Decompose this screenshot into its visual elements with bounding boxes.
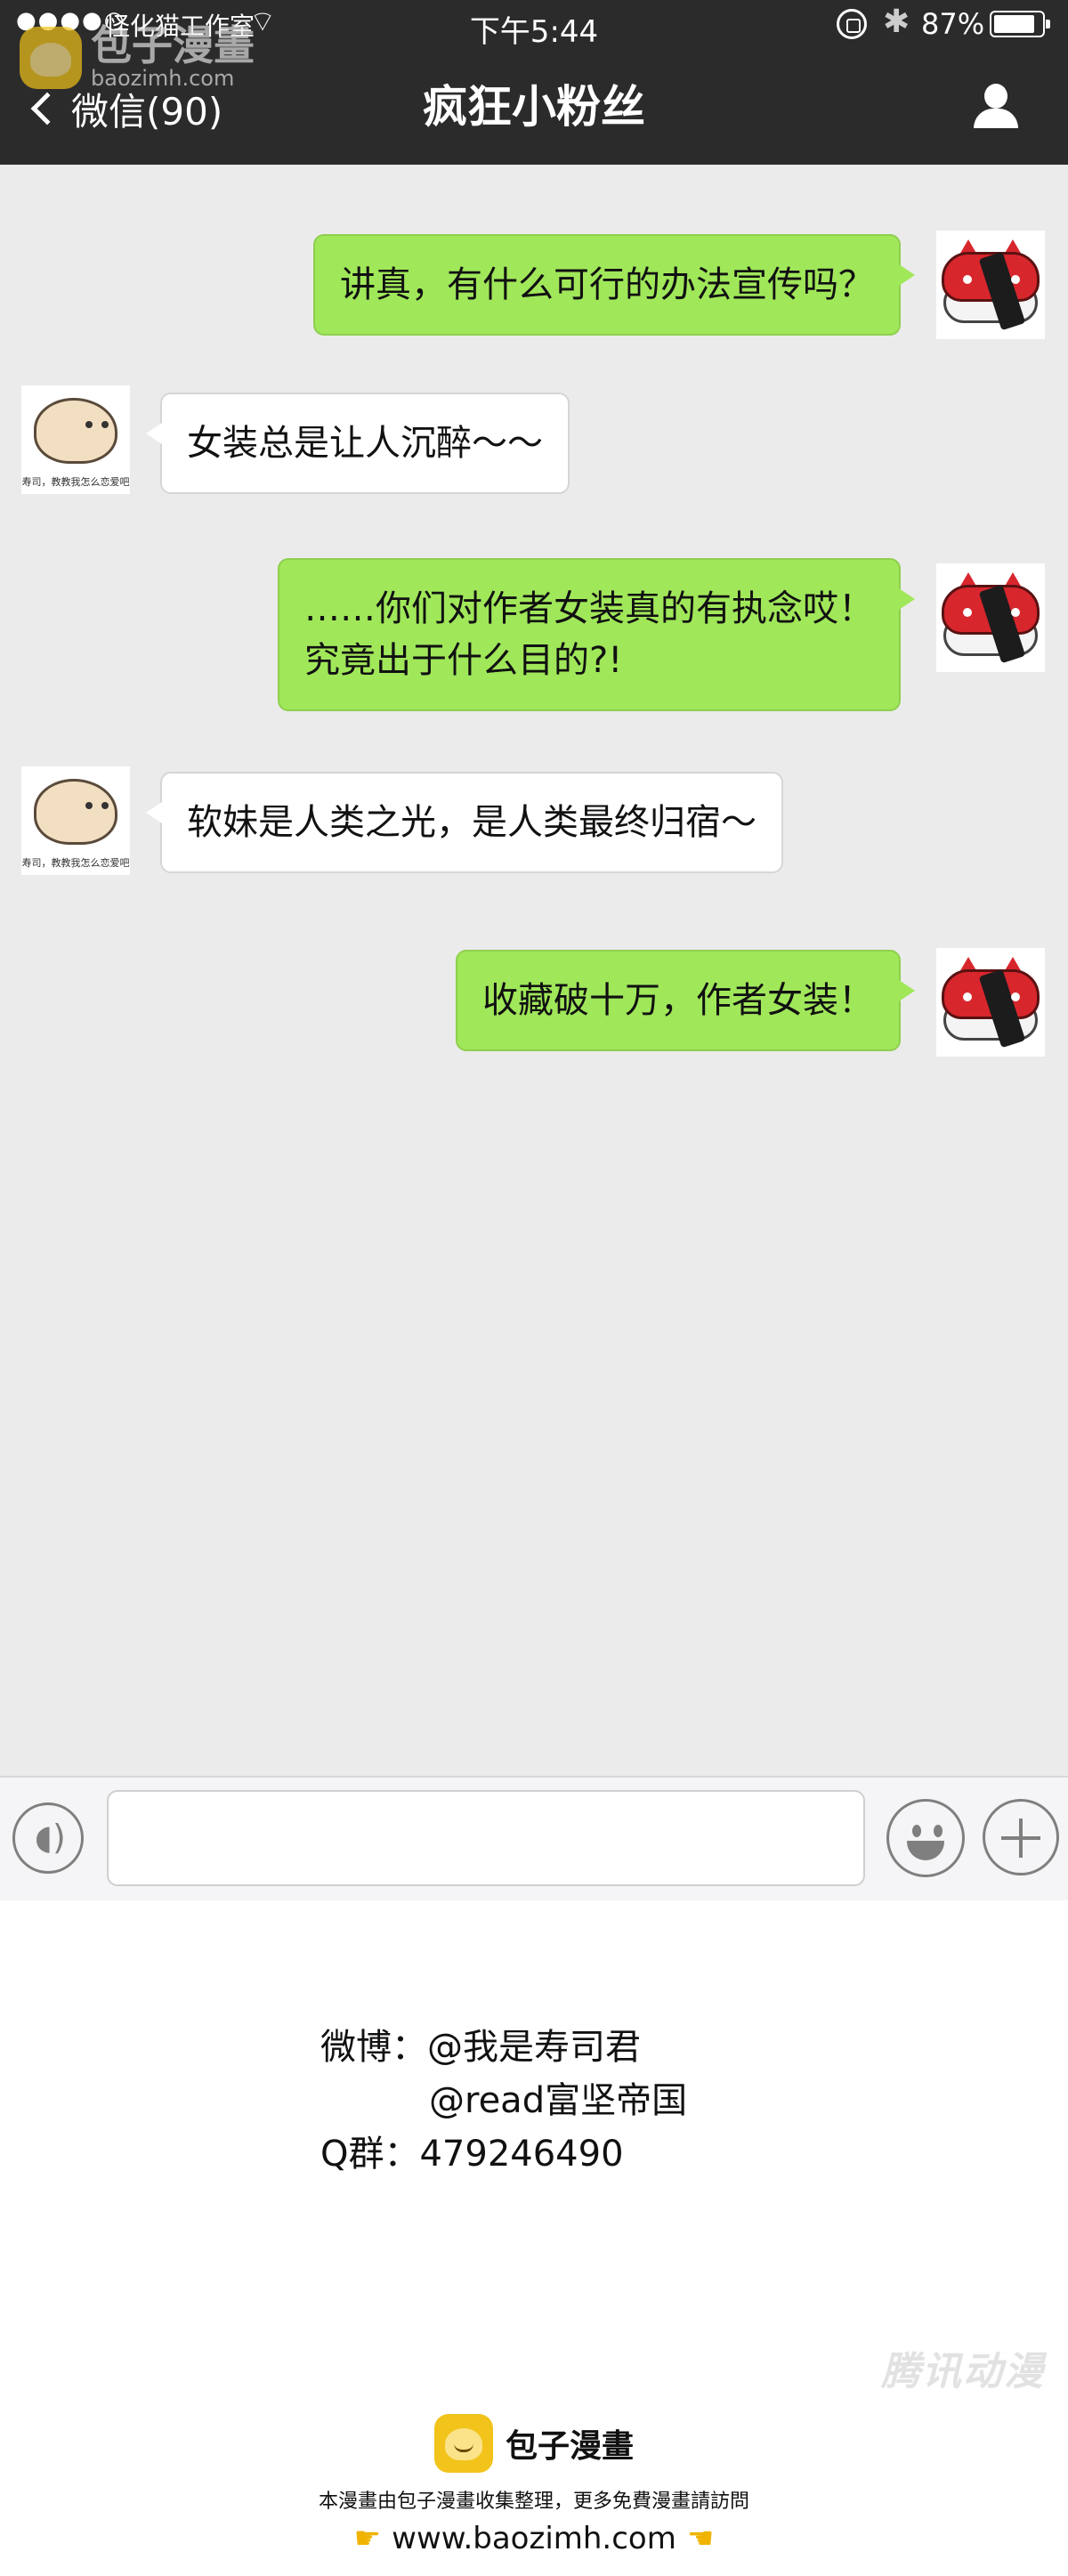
battery-fill — [994, 15, 1034, 33]
pointing-left-icon: ☚ — [686, 2521, 715, 2556]
message-bubble-sent[interactable]: 收藏破十万，作者女装！ — [456, 950, 915, 1051]
message-input[interactable] — [107, 1790, 865, 1886]
message-line: 究竟出于什么目的?! — [304, 640, 623, 681]
site-watermark: 包子漫畫 baozimh.com — [20, 25, 255, 91]
my-avatar[interactable] — [936, 231, 1045, 339]
input-bar: ◖) — [0, 1776, 1068, 1900]
baozi-logo-icon — [20, 27, 82, 89]
pointing-right-icon: ☛ — [353, 2521, 382, 2556]
message-bubble-received[interactable]: 女装总是让人沉醉～～ — [146, 393, 570, 494]
message-bubble-received[interactable]: 软妹是人类之光，是人类最终归宿～ — [146, 772, 783, 873]
voice-icon: ◖) — [35, 1818, 66, 1857]
weibo-label: 微博： — [320, 2027, 427, 2068]
my-avatar[interactable] — [936, 948, 1045, 1057]
avatar-caption: 寿司，教教我怎么恋爱吧 — [21, 857, 130, 869]
weibo-account-2: @read富坚帝国 — [429, 2080, 688, 2121]
my-avatar[interactable] — [936, 563, 1045, 672]
battery-percent: 87% — [921, 7, 985, 41]
bluetooth-icon: ✱ — [883, 4, 910, 40]
tencent-watermark: 腾讯动漫 — [881, 2349, 1045, 2394]
footer-brand: 包子漫畫 — [505, 2428, 634, 2465]
footer-link[interactable]: www.baozimh.com — [392, 2521, 676, 2556]
contact-avatar[interactable]: 寿司，教教我怎么恋爱吧 — [21, 766, 130, 875]
voice-input-button[interactable]: ◖) — [12, 1802, 84, 1874]
qq-label: Q群： — [320, 2134, 420, 2175]
watermark-url: baozimh.com — [91, 66, 235, 91]
plus-icon-button[interactable] — [983, 1799, 1059, 1875]
avatar-caption: 寿司，教教我怎么恋爱吧 — [21, 476, 130, 488]
chat-area[interactable]: 讲真，有什么可行的办法宣传吗？ 寿司，教教我怎么恋爱吧 女装总是让人沉醉～～ …… — [0, 165, 1068, 1776]
contact-avatar[interactable]: 寿司，教教我怎么恋爱吧 — [21, 385, 130, 494]
emoji-button[interactable] — [886, 1799, 965, 1877]
footer: 包子漫畫 本漫畫由包子漫畫收集整理，更多免費漫畫請訪問 ☛ www.baozim… — [0, 2414, 1068, 2556]
chat-info-button[interactable] — [970, 82, 1020, 132]
message-line: ……你们对作者女装真的有执念哎！ — [304, 588, 874, 629]
battery-icon — [990, 11, 1050, 37]
top-bar: ●●●●○ 怪化猫工作室 ⌔ 下午5:44 ✱ 87% 微信(90) 疯狂小粉丝… — [0, 0, 1068, 165]
smile-icon — [912, 1825, 921, 1837]
weibo-account-1: @我是寿司君 — [427, 2027, 641, 2068]
footer-note: 本漫畫由包子漫畫收集整理，更多免費漫畫請訪問 — [318, 2491, 749, 2513]
person-icon — [984, 84, 1007, 109]
message-bubble-sent[interactable]: ……你们对作者女装真的有执念哎！ 究竟出于什么目的?! — [278, 558, 915, 711]
rotation-lock-icon — [837, 9, 867, 39]
watermark-brand: 包子漫畫 — [91, 21, 255, 69]
credits: 微博：@我是寿司君 @read富坚帝国 Q群：479246490 — [320, 2021, 687, 2181]
baozi-logo-icon — [433, 2414, 493, 2473]
qq-number: 479246490 — [419, 2134, 624, 2175]
message-bubble-sent[interactable]: 讲真，有什么可行的办法宣传吗？ — [313, 234, 915, 336]
